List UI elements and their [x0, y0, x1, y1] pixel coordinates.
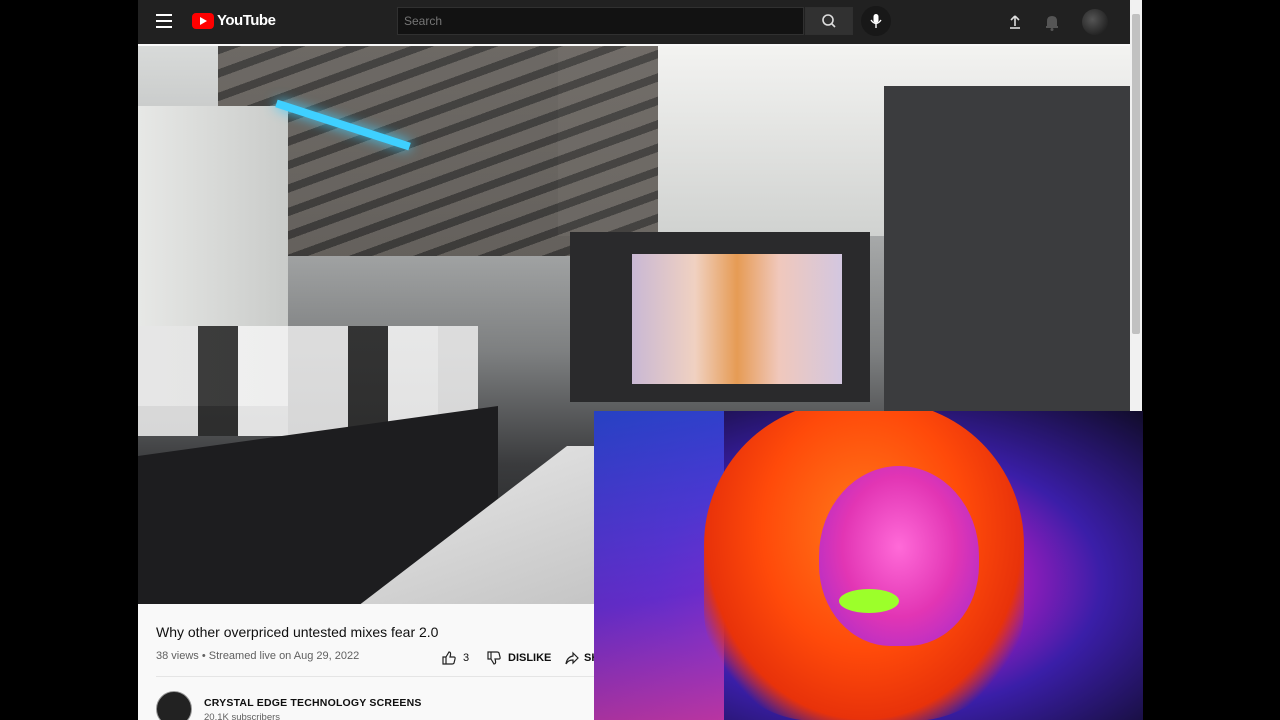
avatar[interactable] [1082, 9, 1108, 35]
dislike-button[interactable]: DISLIKE [486, 650, 551, 666]
search-icon [822, 14, 836, 28]
like-count: 3 [463, 652, 470, 664]
top-navigation-bar: YouTube [138, 0, 1130, 44]
search-input[interactable] [397, 7, 804, 35]
video-frame-projected-image [632, 254, 842, 384]
video-frame-dark-wall [884, 86, 1130, 456]
bell-icon [1046, 16, 1058, 31]
upload-icon [1010, 15, 1020, 29]
divider [156, 676, 596, 677]
dislike-label: DISLIKE [508, 652, 552, 664]
youtube-play-icon [192, 12, 214, 29]
thumbs-down-icon [487, 651, 501, 665]
upload-button[interactable] [1003, 10, 1027, 34]
logo-text: YouTube [217, 12, 276, 29]
notifications-button[interactable] [1040, 10, 1064, 34]
overlay-painted-face [819, 466, 979, 646]
share-icon [565, 651, 579, 665]
channel-avatar[interactable] [156, 691, 192, 720]
like-button[interactable]: 3 [441, 650, 469, 666]
voice-search-button[interactable] [861, 6, 891, 36]
menu-icon[interactable] [156, 14, 172, 28]
subscriber-count: 20.1K subscribers [204, 712, 281, 720]
scrollbar-thumb[interactable] [1132, 14, 1140, 334]
overlay-neon-lips [839, 589, 899, 613]
video-meta: 38 views • Streamed live on Aug 29, 2022 [156, 650, 360, 662]
video-title: Why other overpriced untested mixes fear… [156, 624, 439, 640]
channel-name[interactable]: CRYSTAL EDGE TECHNOLOGY SCREENS [204, 697, 422, 709]
youtube-logo[interactable]: YouTube [192, 12, 276, 29]
microphone-icon [870, 14, 882, 28]
search-button[interactable] [805, 7, 853, 35]
picture-in-picture-overlay [594, 411, 1143, 720]
thumbs-up-icon [442, 651, 456, 665]
